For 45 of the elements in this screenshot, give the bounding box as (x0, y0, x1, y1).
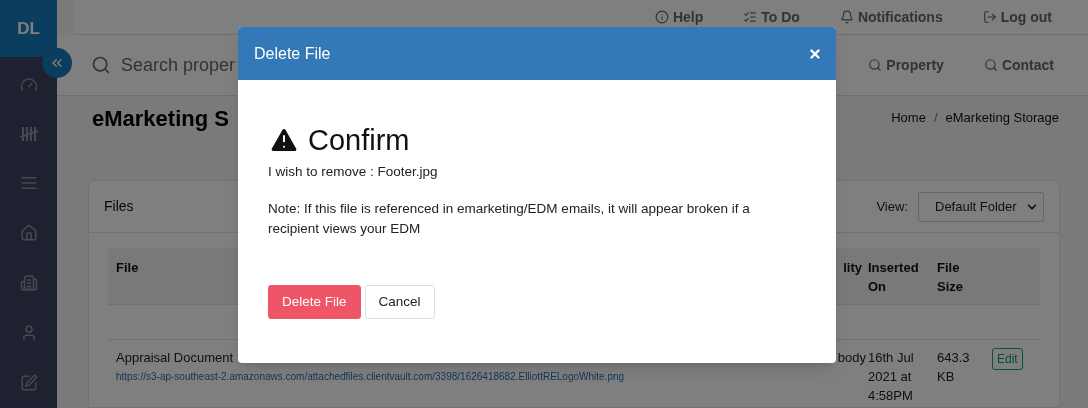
edit-button[interactable]: Edit (992, 348, 1023, 370)
view-select[interactable]: Default Folder (918, 191, 1044, 222)
info-icon (654, 10, 669, 24)
column-header: File (116, 259, 139, 277)
remove-message: I wish to remove : Footer.jpg (268, 163, 439, 181)
breadcrumb-link[interactable]: Home (891, 108, 926, 128)
top-link[interactable]: Help (654, 6, 704, 28)
file-size: 643.3 KB (937, 349, 971, 386)
checklist-icon (743, 10, 758, 24)
file-url-link[interactable]: https://s3-ap-southeast-2.amazonaws.com/attachedfiles.clientvault.com/3398/1626418682.ElliottRELogoWhite.png (116, 367, 625, 386)
quick-search-link[interactable]: Contact (983, 54, 1054, 76)
building-icon[interactable] (19, 274, 38, 292)
bell-icon (839, 10, 854, 24)
dialog-title: Delete File (254, 43, 331, 64)
delete-button[interactable]: Delete File (268, 285, 361, 320)
top-link[interactable]: Log out (982, 6, 1052, 28)
warning-note: Note: If this file is referenced in emarketing/EDM emails, it will appear broken if a recipient views your EDM (268, 200, 751, 239)
column-header: File Size (937, 259, 964, 296)
breadcrumb-separator: / (933, 109, 938, 128)
file-name: Appraisal Document (116, 349, 234, 367)
card-title: Files (104, 197, 134, 216)
top-link[interactable]: Notifications (839, 6, 943, 28)
home-icon[interactable] (19, 224, 38, 242)
gauge-icon[interactable] (19, 76, 38, 94)
logo[interactable]: DL (0, 0, 57, 57)
search-field[interactable]: Search proper (121, 51, 239, 79)
search-icon (983, 58, 998, 72)
logout-icon (982, 10, 997, 24)
column-header: lity (843, 259, 863, 277)
breadcrumb-link[interactable]: eMarketing Storage (945, 108, 1059, 128)
menu-icon[interactable] (19, 174, 38, 192)
tally-icon[interactable] (19, 126, 38, 142)
page-title: eMarketing S (92, 104, 229, 133)
confirm-heading: Confirm (308, 123, 410, 158)
quick-search-link[interactable]: Property (868, 54, 944, 76)
inserted-date: 16th Jul 2021 at 4:58PM (868, 349, 915, 405)
view-label: View: (876, 197, 908, 216)
search-icon (868, 58, 883, 72)
column-header: Inserted On (868, 259, 916, 296)
cancel-button[interactable]: Cancel (364, 285, 435, 320)
edit-icon[interactable] (19, 374, 38, 392)
table-cell-text: body (837, 349, 867, 367)
top-link[interactable]: To Do (743, 6, 800, 28)
close-icon[interactable] (808, 46, 822, 61)
search-icon (91, 55, 111, 75)
